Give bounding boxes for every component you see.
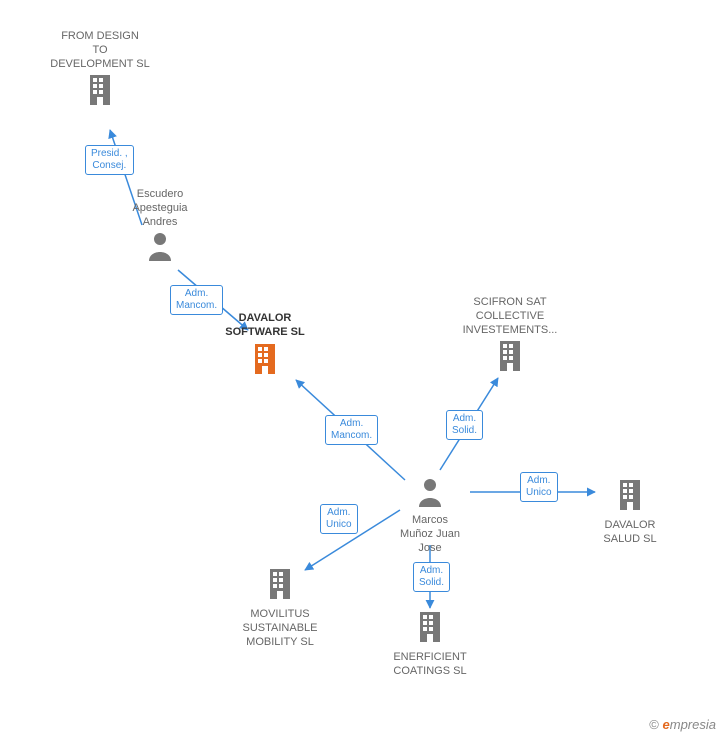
node-movilitus[interactable]: MOVILITUSSUSTAINABLEMOBILITY SL	[220, 565, 340, 649]
person-icon	[147, 231, 173, 266]
copyright-symbol: ©	[649, 717, 659, 732]
credit-footer: © empresia	[649, 717, 716, 732]
brand-first-letter: e	[663, 717, 670, 732]
building-icon	[85, 73, 115, 112]
edge-label-adm-unico-salud: Adm.Unico	[520, 472, 558, 502]
node-label: ENERFICIENTCOATINGS SL	[370, 651, 490, 679]
edge-label-adm-mancom-1: Adm.Mancom.	[170, 285, 223, 315]
building-icon	[415, 610, 445, 649]
edge-label-adm-solid-scifron: Adm.Solid.	[446, 410, 483, 440]
edge-label-adm-mancom-2: Adm.Mancom.	[325, 415, 378, 445]
node-marcos[interactable]: MarcosMuñoz JuanJose	[370, 475, 490, 555]
node-label: SCIFRON SATCOLLECTIVEINVESTEMENTS...	[450, 296, 570, 337]
edge-label-adm-solid-enerficient: Adm.Solid.	[413, 562, 450, 592]
node-from-design[interactable]: FROM DESIGNTODEVELOPMENT SL	[40, 30, 160, 114]
node-label: EscuderoApesteguiaAndres	[100, 188, 220, 229]
node-label: DAVALORSOFTWARE SL	[205, 312, 325, 340]
building-icon	[265, 567, 295, 606]
node-label: MarcosMuñoz JuanJose	[370, 514, 490, 555]
node-label: FROM DESIGNTODEVELOPMENT SL	[40, 30, 160, 71]
node-label: MOVILITUSSUSTAINABLEMOBILITY SL	[220, 608, 340, 649]
building-icon-highlight	[250, 342, 280, 381]
person-icon	[417, 477, 443, 512]
node-davalor-salud[interactable]: DAVALORSALUD SL	[570, 476, 690, 547]
edge-label-presid-consej: Presid. ,Consej.	[85, 145, 134, 175]
node-enerficient[interactable]: ENERFICIENTCOATINGS SL	[370, 608, 490, 679]
node-scifron[interactable]: SCIFRON SATCOLLECTIVEINVESTEMENTS...	[450, 296, 570, 380]
building-icon	[495, 339, 525, 378]
node-label: DAVALORSALUD SL	[570, 519, 690, 547]
brand-rest: mpresia	[670, 717, 716, 732]
node-escudero[interactable]: EscuderoApesteguiaAndres	[100, 188, 220, 268]
edge-label-adm-unico-movilitus: Adm.Unico	[320, 504, 358, 534]
node-davalor-software[interactable]: DAVALORSOFTWARE SL	[205, 312, 325, 383]
building-icon	[615, 478, 645, 517]
